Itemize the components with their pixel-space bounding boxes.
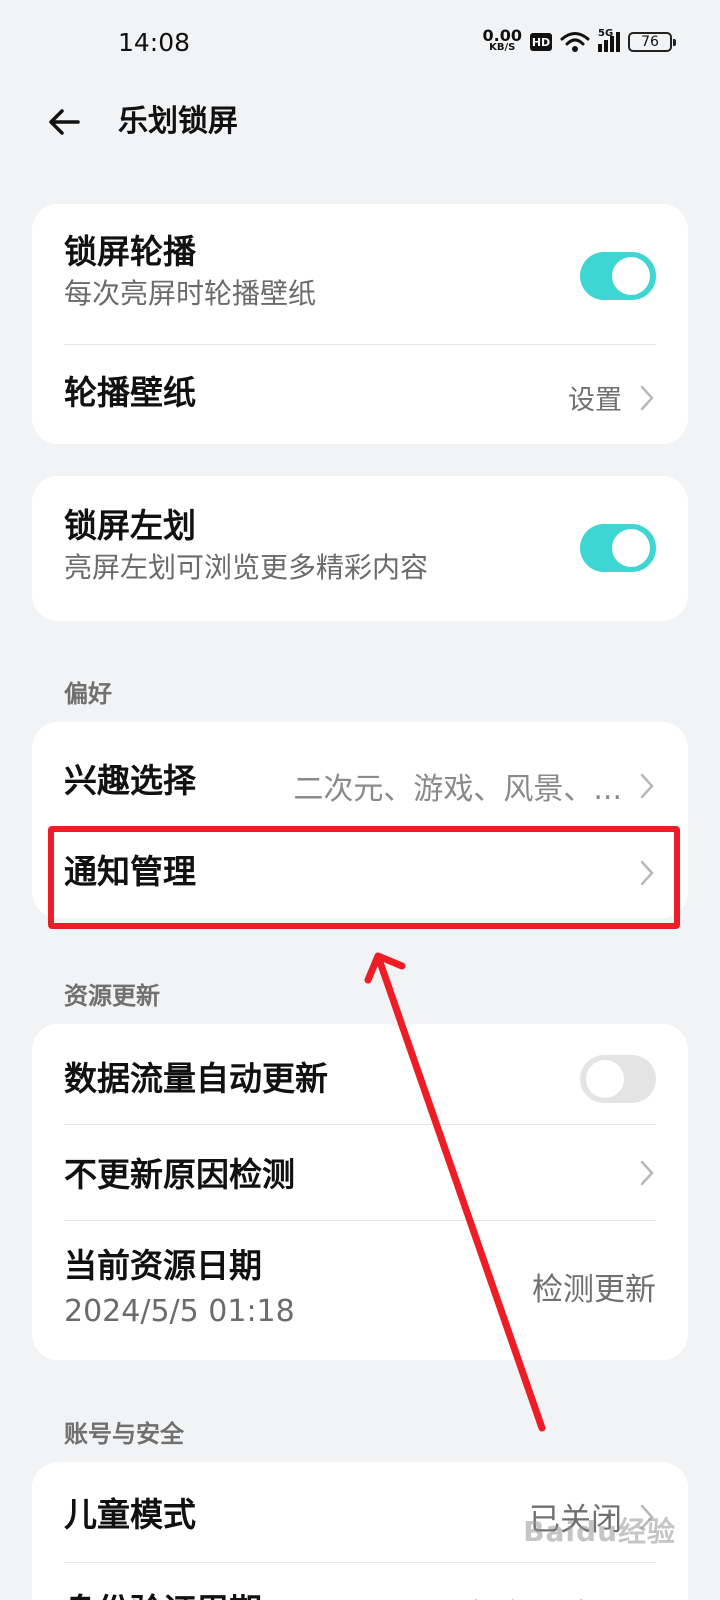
current-date-row: 当前资源日期 2024/5/5 01:18 检测更新	[64, 1244, 656, 1344]
swipe-row[interactable]: 锁屏左划 亮屏左划可浏览更多精彩内容	[64, 504, 656, 594]
chevron-right-icon	[640, 1160, 654, 1186]
rotation-row[interactable]: 锁屏轮播 每次亮屏时轮播壁纸	[64, 230, 656, 320]
interest-row[interactable]: 兴趣选择 二次元、游戏、风景、...	[64, 736, 656, 826]
network-speed: 0.00 KB/S	[482, 26, 522, 54]
section-label-account: 账号与安全	[64, 1420, 184, 1448]
section-label-preferences: 偏好	[64, 680, 112, 708]
status-icons: 0.00 KB/S HD 5G 76	[482, 26, 676, 54]
divider	[64, 1562, 656, 1563]
signal-icon: 5G	[598, 28, 620, 52]
status-time: 14:08	[118, 28, 191, 57]
battery-level: 76	[641, 34, 659, 50]
no-update-check-action	[638, 1158, 656, 1188]
network-speed-unit: KB/S	[489, 42, 516, 53]
baidu-watermark: Baidu经验	[523, 1515, 676, 1548]
page-title: 乐划锁屏	[118, 104, 238, 139]
swipe-title: 锁屏左划	[64, 506, 196, 545]
identity-verify-action: 每次都验证	[467, 1590, 656, 1600]
no-update-check-row[interactable]: 不更新原因检测	[64, 1128, 656, 1218]
data-update-toggle[interactable]	[580, 1055, 656, 1103]
identity-verify-row[interactable]: 身份验证周期 每次都验证	[64, 1566, 656, 1600]
interest-action: 二次元、游戏、风景、...	[293, 764, 656, 808]
data-update-row[interactable]: 数据流量自动更新	[64, 1034, 656, 1124]
rotation-title: 锁屏轮播	[64, 232, 196, 271]
interest-value: 二次元、游戏、风景、...	[293, 772, 622, 807]
header: 乐划锁屏	[0, 92, 720, 152]
rotation-toggle[interactable]	[580, 252, 656, 300]
divider	[64, 1220, 656, 1221]
divider	[64, 1124, 656, 1125]
chevron-right-icon	[640, 385, 654, 410]
lock-swipe-card: 锁屏左划 亮屏左划可浏览更多精彩内容	[32, 476, 688, 621]
lock-rotation-card: 锁屏轮播 每次亮屏时轮播壁纸 轮播壁纸 设置	[32, 204, 688, 444]
swipe-subtitle: 亮屏左划可浏览更多精彩内容	[64, 551, 429, 584]
network-speed-value: 0.00	[482, 26, 522, 45]
section-label-resources: 资源更新	[64, 982, 160, 1010]
resources-card: 数据流量自动更新 不更新原因检测 当前资源日期 2024/5/5 01:18 检…	[32, 1024, 688, 1360]
wifi-icon	[560, 32, 590, 52]
network-type-label: 5G	[598, 28, 614, 39]
rotation-wallpaper-row[interactable]: 轮播壁纸 设置	[64, 354, 656, 444]
no-update-check-title: 不更新原因检测	[64, 1155, 295, 1194]
divider	[64, 344, 656, 345]
check-update-button[interactable]: 检测更新	[532, 1264, 656, 1309]
hd-icon: HD	[530, 33, 552, 51]
rotation-wallpaper-value: 设置	[568, 385, 622, 416]
chevron-right-icon	[640, 773, 654, 799]
back-arrow-icon[interactable]	[44, 102, 84, 142]
battery-icon: 76	[628, 32, 676, 52]
status-bar: 14:08 0.00 KB/S HD 5G 76	[0, 0, 720, 90]
identity-verify-value: 每次都验证	[467, 1590, 622, 1600]
rotation-subtitle: 每次亮屏时轮播壁纸	[64, 277, 317, 310]
swipe-toggle[interactable]	[580, 524, 656, 572]
data-update-title: 数据流量自动更新	[64, 1059, 328, 1098]
rotation-wallpaper-action: 设置	[568, 378, 656, 417]
annotation-highlight-box	[48, 826, 680, 929]
